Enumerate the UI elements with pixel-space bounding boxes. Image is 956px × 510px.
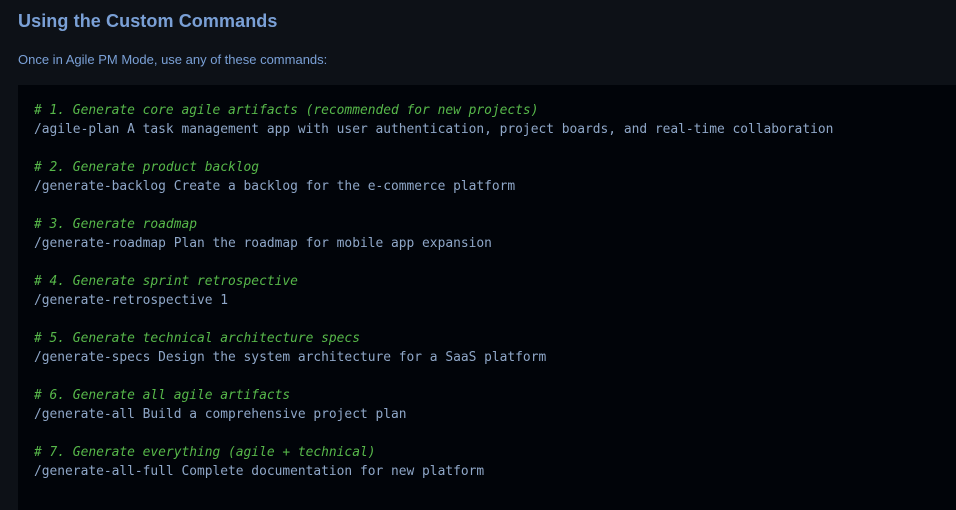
code-comment: # 5. Generate technical architecture spe… bbox=[34, 331, 360, 346]
code-command: /generate-roadmap Plan the roadmap for m… bbox=[34, 236, 492, 251]
section-intro: Once in Agile PM Mode, use any of these … bbox=[18, 52, 328, 67]
code-block[interactable]: # 1. Generate core agile artifacts (reco… bbox=[18, 85, 956, 510]
code-comment: # 3. Generate roadmap bbox=[34, 217, 197, 232]
code-comment: # 6. Generate all agile artifacts bbox=[34, 388, 291, 403]
command-group-1: # 1. Generate core agile artifacts (reco… bbox=[34, 101, 956, 139]
code-command: /generate-retrospective 1 bbox=[34, 293, 229, 308]
code-command: /generate-all-full Complete documentatio… bbox=[34, 464, 485, 479]
command-group-3: # 3. Generate roadmap /generate-roadmap … bbox=[34, 215, 956, 253]
code-command: /generate-backlog Create a backlog for t… bbox=[34, 179, 516, 194]
code-comment: # 1. Generate core agile artifacts (reco… bbox=[34, 103, 539, 118]
page: Using the Custom Commands Once in Agile … bbox=[0, 0, 956, 510]
command-group-4: # 4. Generate sprint retrospective /gene… bbox=[34, 272, 956, 310]
command-group-2: # 2. Generate product backlog /generate-… bbox=[34, 158, 956, 196]
command-group-6: # 6. Generate all agile artifacts /gener… bbox=[34, 386, 956, 424]
command-group-5: # 5. Generate technical architecture spe… bbox=[34, 329, 956, 367]
code-comment: # 4. Generate sprint retrospective bbox=[34, 274, 298, 289]
code-command: /agile-plan A task management app with u… bbox=[34, 122, 834, 137]
section-title: Using the Custom Commands bbox=[18, 11, 278, 31]
code-command: /generate-all Build a comprehensive proj… bbox=[34, 407, 407, 422]
code-comment: # 2. Generate product backlog bbox=[34, 160, 260, 175]
code-comment: # 7. Generate everything (agile + techni… bbox=[34, 445, 376, 460]
code-command: /generate-specs Design the system archit… bbox=[34, 350, 547, 365]
command-group-7: # 7. Generate everything (agile + techni… bbox=[34, 443, 956, 481]
